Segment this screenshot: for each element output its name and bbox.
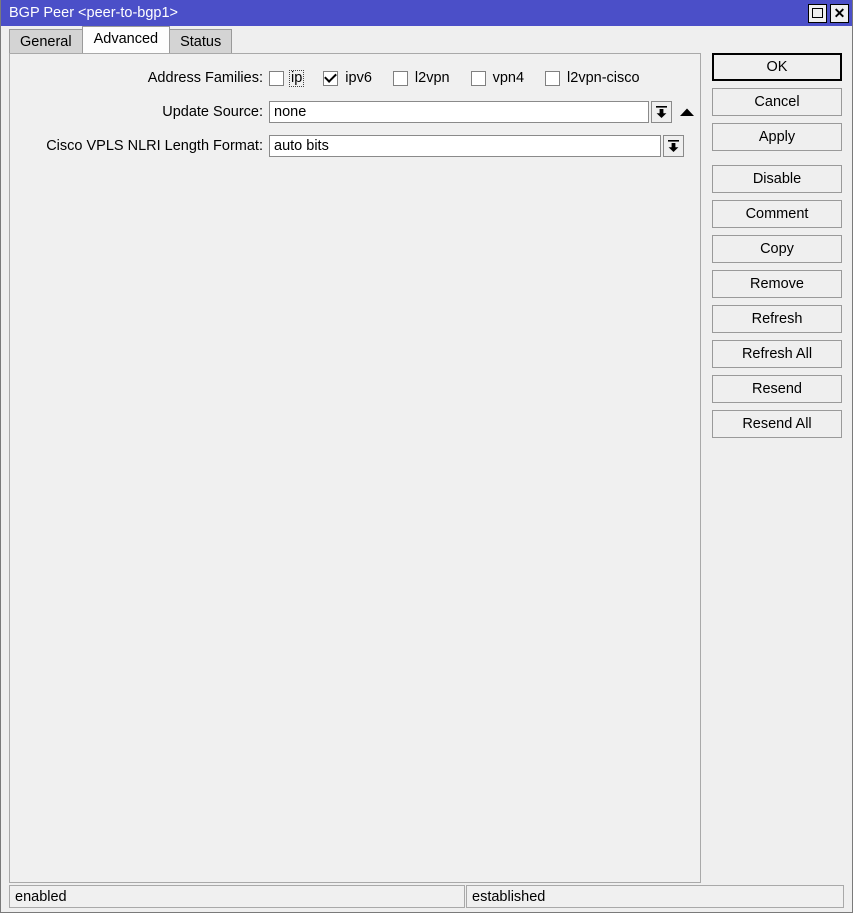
checkbox-ip[interactable]: ip bbox=[269, 69, 305, 87]
cisco-vpls-nlri-length-format-row: Cisco VPLS NLRI Length Format: auto bits bbox=[10, 134, 700, 158]
tab-advanced[interactable]: Advanced bbox=[81, 26, 171, 53]
checkbox-vpn4-box[interactable] bbox=[470, 70, 486, 86]
refresh-all-button[interactable]: Refresh All bbox=[712, 340, 842, 368]
address-families-label: Address Families: bbox=[147, 70, 263, 86]
checkbox-l2vpn-cisco-box[interactable] bbox=[545, 70, 561, 86]
update-source-input[interactable]: none bbox=[269, 101, 649, 123]
disable-button[interactable]: Disable bbox=[712, 165, 842, 193]
up-triangle-icon bbox=[680, 108, 694, 116]
tab-status[interactable]: Status bbox=[169, 29, 233, 53]
address-families-row: Address Families: ip ipv6 l2vpn vpn4 l2v… bbox=[10, 66, 700, 90]
checkbox-ipv6[interactable]: ipv6 bbox=[323, 70, 374, 87]
checkbox-l2vpn-box[interactable] bbox=[392, 70, 408, 86]
update-source-row: Update Source: none bbox=[10, 100, 700, 124]
refresh-button[interactable]: Refresh bbox=[712, 305, 842, 333]
checkbox-l2vpn[interactable]: l2vpn bbox=[392, 69, 452, 87]
checkbox-ipv6-box[interactable] bbox=[323, 70, 339, 86]
advanced-tab-panel: Address Families: ip ipv6 l2vpn vpn4 l2v… bbox=[9, 53, 701, 883]
maximize-icon bbox=[812, 8, 823, 18]
checkbox-vpn4-label: vpn4 bbox=[492, 69, 525, 86]
dropdown-arrow-icon bbox=[668, 140, 679, 152]
remove-button[interactable]: Remove bbox=[712, 270, 842, 298]
checkbox-vpn4[interactable]: vpn4 bbox=[470, 69, 526, 87]
tab-strip: General Advanced Status bbox=[1, 26, 852, 53]
checkbox-ip-box[interactable] bbox=[269, 70, 284, 86]
status-connection-pane: established bbox=[466, 885, 844, 908]
ok-button[interactable]: OK bbox=[712, 53, 842, 81]
checkbox-ip-label: ip bbox=[289, 69, 305, 87]
action-button-column: OK Cancel Apply Disable Comment Copy Rem… bbox=[701, 53, 852, 883]
checkbox-l2vpn-cisco-label: l2vpn-cisco bbox=[567, 69, 640, 86]
window-titlebar: BGP Peer <peer-to-bgp1> ✕ bbox=[1, 0, 852, 26]
cancel-button[interactable]: Cancel bbox=[712, 88, 842, 116]
dialog-body: Address Families: ip ipv6 l2vpn vpn4 l2v… bbox=[1, 53, 852, 883]
cisco-vpls-nlri-length-format-label: Cisco VPLS NLRI Length Format: bbox=[46, 138, 263, 154]
maximize-button[interactable] bbox=[808, 3, 827, 23]
resend-button[interactable]: Resend bbox=[712, 375, 842, 403]
update-source-dropdown-button[interactable] bbox=[651, 101, 672, 123]
comment-button[interactable]: Comment bbox=[712, 200, 842, 228]
address-families-checkbox-group: ip ipv6 l2vpn vpn4 l2vpn-cisco bbox=[269, 69, 642, 87]
tab-general[interactable]: General bbox=[9, 29, 83, 53]
status-enabled-pane: enabled bbox=[9, 885, 465, 908]
close-button[interactable]: ✕ bbox=[830, 3, 849, 23]
resend-all-button[interactable]: Resend All bbox=[712, 410, 842, 438]
update-source-expand-button[interactable] bbox=[677, 101, 697, 123]
checkbox-l2vpn-cisco[interactable]: l2vpn-cisco bbox=[545, 70, 642, 87]
checkbox-l2vpn-label: l2vpn bbox=[414, 69, 450, 86]
status-bar: enabled established bbox=[1, 883, 852, 912]
dropdown-arrow-icon bbox=[656, 106, 667, 118]
bgp-peer-dialog: BGP Peer <peer-to-bgp1> ✕ General Advanc… bbox=[0, 0, 853, 913]
cisco-vpls-nlri-length-format-input[interactable]: auto bits bbox=[269, 135, 661, 157]
apply-button[interactable]: Apply bbox=[712, 123, 842, 151]
update-source-label: Update Source: bbox=[162, 104, 263, 120]
window-title: BGP Peer <peer-to-bgp1> bbox=[9, 5, 179, 21]
copy-button[interactable]: Copy bbox=[712, 235, 842, 263]
checkbox-ipv6-label: ipv6 bbox=[345, 69, 372, 86]
close-icon: ✕ bbox=[833, 5, 846, 21]
cisco-vpls-nlri-dropdown-button[interactable] bbox=[663, 135, 684, 157]
